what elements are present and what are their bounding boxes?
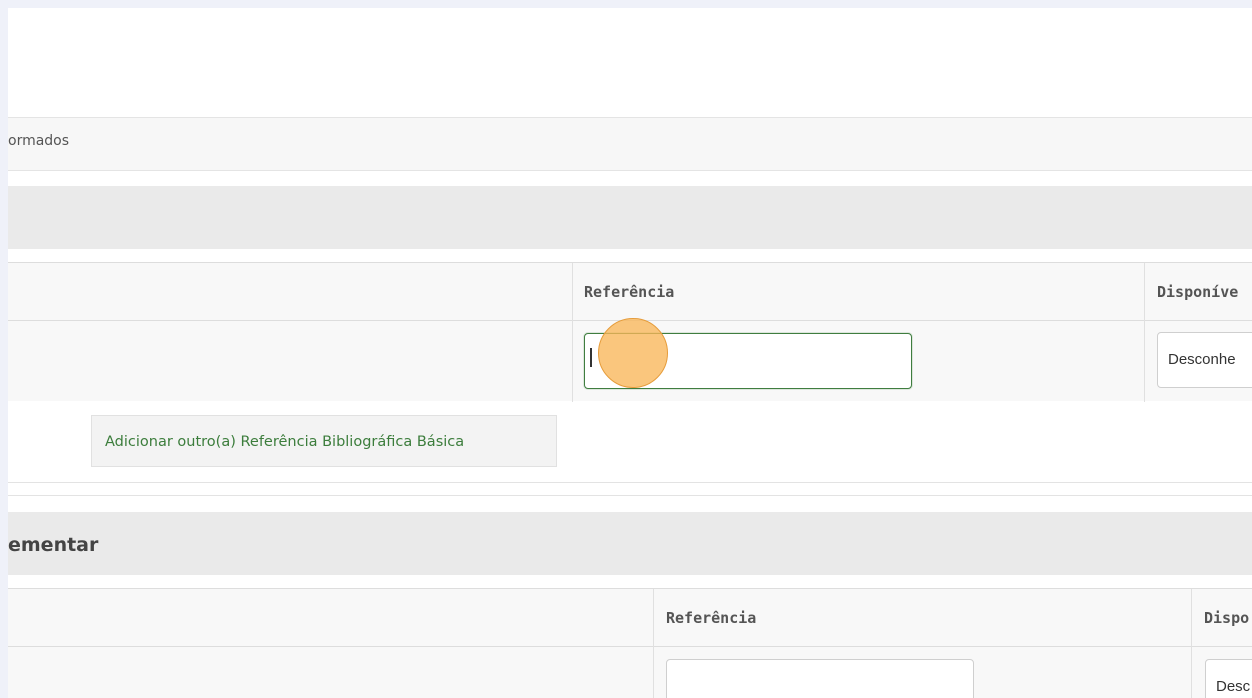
column-header-referencia: Referência — [666, 609, 757, 627]
column-header-disponivel: Dispo — [1204, 609, 1250, 627]
disponivel-select[interactable]: Desconhe — [1157, 332, 1252, 388]
disponivel-select[interactable]: Desc — [1205, 659, 1252, 698]
section-header-basic — [8, 186, 1252, 249]
column-divider — [1191, 589, 1192, 698]
column-header-referencia: Referência — [584, 283, 675, 301]
section-title-complementar: ementar — [8, 534, 99, 556]
references-table-complementar: Referência Dispo Desc — [8, 588, 1252, 698]
divider — [8, 495, 1252, 496]
add-reference-button[interactable]: Adicionar outro(a) Referência Bibliográf… — [91, 415, 557, 467]
info-text: ormados — [8, 133, 70, 149]
divider — [8, 482, 1252, 483]
column-divider — [1144, 263, 1145, 402]
info-bar — [8, 117, 1252, 171]
column-header-disponivel: Disponíve — [1157, 283, 1239, 301]
table-header-row: Referência Dispo — [8, 589, 1252, 647]
click-indicator — [598, 318, 668, 388]
table-header-row: Referência Disponíve — [8, 263, 1252, 321]
column-divider — [572, 263, 573, 402]
section-header-complementar: ementar — [8, 512, 1252, 575]
column-divider — [653, 589, 654, 698]
table-row: Desc — [8, 647, 1252, 698]
text-cursor — [590, 348, 592, 367]
referencia-input[interactable] — [666, 659, 974, 698]
